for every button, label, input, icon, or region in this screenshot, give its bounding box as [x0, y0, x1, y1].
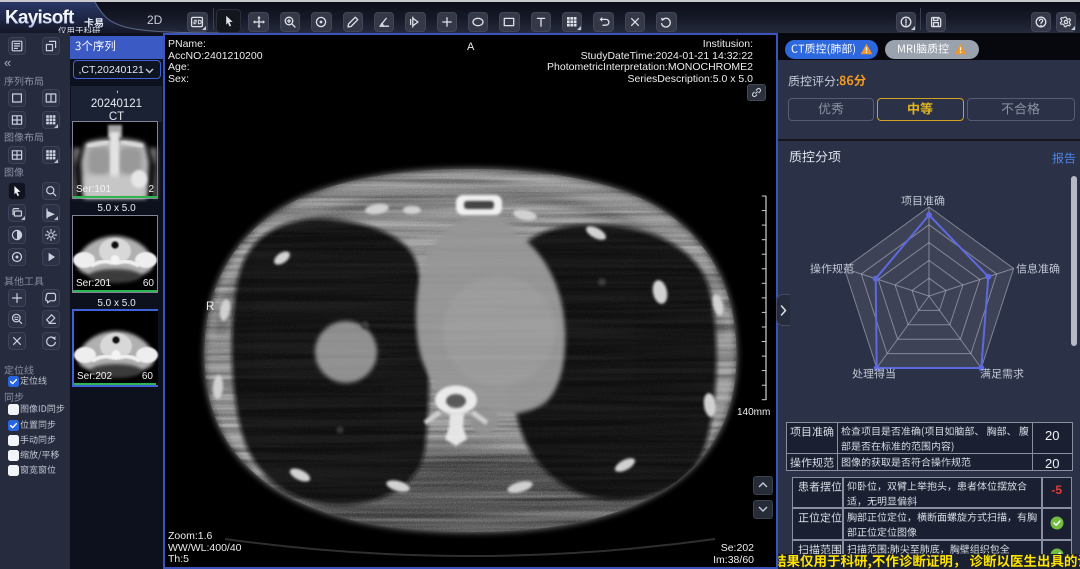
svg-text:Kayisoft: Kayisoft [5, 8, 75, 29]
